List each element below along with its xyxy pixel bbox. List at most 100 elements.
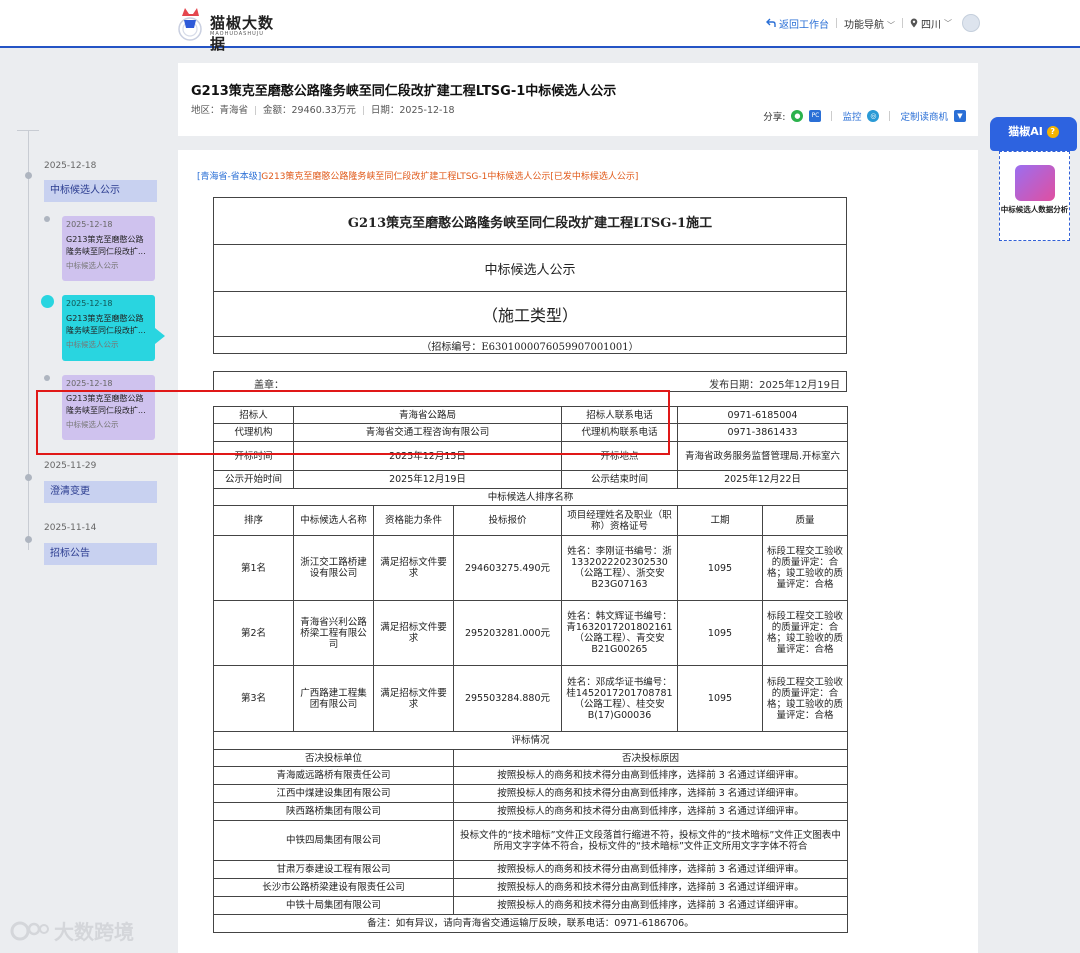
watermark-logo-icon	[10, 921, 49, 940]
cell: 满足招标文件要求	[373, 665, 454, 732]
cell: 294603275.490元	[453, 535, 562, 601]
share-label: 分享:	[763, 112, 786, 123]
cell: 按照投标人的商务和技术得分由高到低排序，选择前 3 名通过详细评审。	[452, 896, 849, 915]
cell: 投标文件的“技术暗标”文件正文段落首行缩进不符，投标文件的“技术暗标”文件正文图…	[452, 820, 849, 861]
date-meta: 日期：2025-12-18	[370, 105, 455, 116]
timeline-subdot	[44, 375, 50, 381]
table-row: 备注：如有异议，请向青海省交通运输厅反映，联系电话：0971-6186706。	[212, 914, 849, 933]
candidate-row: 第2名 青海省兴利公路桥梁工程有限公司 满足招标文件要求 295203281.0…	[213, 600, 849, 666]
cell: 按照投标人的商务和技术得分由高到低排序，选择前 3 名通过详细评审。	[452, 784, 849, 803]
top-bar: 猫椒大数据 MAOHUDASHUJU 返回工作台 功能导航 ﹀ 四川 ﹀	[0, 0, 1080, 53]
section-title: 评标情况	[212, 731, 849, 750]
cell: 按照投标人的商务和技术得分由高到低排序，选择前 3 名通过详细评审。	[452, 878, 849, 897]
cell: 浙江交工路桥建设有限公司	[293, 535, 374, 601]
function-nav-label: 功能导航	[844, 19, 884, 31]
timeline-item-tender-notice[interactable]: 招标公告	[44, 543, 157, 565]
cell: 按照投标人的商务和技术得分由高到低排序，选择前 3 名通过详细评审。	[452, 860, 849, 879]
highlight-box	[36, 390, 670, 455]
info-table: 招标人 青海省公路局 招标人联系电话 0971-6185004 代理机构 青海省…	[212, 406, 849, 933]
divider	[902, 18, 903, 28]
timeline-item-clarification[interactable]: 澄清变更	[44, 481, 157, 503]
cell: 第1名	[213, 535, 294, 601]
cell: 1095	[677, 665, 763, 732]
document-panel: [青海省-省本级]G213策克至磨憨公路隆务峡至同仁段改扩建工程LTSG-1中标…	[178, 150, 978, 953]
candidate-row: 第3名 广西路建工程集团有限公司 满足招标文件要求 295503284.880元…	[213, 665, 849, 732]
monitor-icon[interactable]: ◎	[867, 110, 880, 122]
timeline-active-dot	[41, 295, 54, 308]
table-row: 甘肃万泰建设工程有限公司 按照投标人的商务和技术得分由高到低排序，选择前 3 名…	[213, 860, 849, 879]
timeline-dot	[25, 172, 32, 179]
note-cell: 备注：如有异议，请向青海省交通运输厅反映，联系电话：0971-6186706。	[212, 914, 849, 933]
back-arrow-icon	[766, 18, 776, 27]
cell: 满足招标文件要求	[373, 535, 454, 601]
timeline-dot	[25, 536, 32, 543]
timeline-date: 2025-12-18	[44, 161, 97, 171]
seal-row: 盖章： 发布日期：2025年12月19日	[213, 371, 847, 392]
region-meta: 地区：青海省	[191, 105, 249, 116]
cell: 295203281.000元	[453, 600, 562, 666]
cell: 0971-3861433	[676, 423, 849, 442]
timeline-dot	[25, 474, 32, 481]
cell: 2025年12月19日	[293, 470, 562, 489]
monitor-link[interactable]: 监控	[842, 109, 861, 123]
divider	[836, 18, 837, 28]
table-row: 中铁四局集团有限公司 投标文件的“技术暗标”文件正文段落首行缩进不符，投标文件的…	[213, 820, 849, 861]
card-sub: 中标候选人公示	[66, 340, 119, 349]
cell: 中铁十局集团有限公司	[213, 896, 454, 915]
doc-tender-no: （招标编号：E6301000076059907001001）	[213, 336, 847, 354]
help-icon[interactable]: ?	[1046, 126, 1059, 138]
function-nav-menu[interactable]: 功能导航 ﹀	[844, 16, 895, 31]
publish-date: 发布日期：2025年12月19日	[709, 380, 840, 391]
cell: 295503284.880元	[453, 665, 562, 732]
cell: 第2名	[213, 600, 294, 666]
region-selector[interactable]: 四川 ﹀	[910, 16, 952, 31]
cell: 标段工程交工验收的质量评定：合格；竣工验收的质量评定：合格	[761, 665, 849, 732]
ai-analysis-card[interactable]: 中标候选人数据分析	[999, 151, 1070, 241]
cell: 青海省兴利公路桥梁工程有限公司	[293, 600, 374, 666]
doc-title: G213策克至磨憨公路隆务峡至同仁段改扩建工程LTSG-1施工	[213, 197, 847, 245]
bookmark-icon[interactable]: ▼	[954, 110, 966, 122]
logo[interactable]: 猫椒大数据 MAOHUDASHUJU	[176, 4, 286, 53]
timeline-date: 2025-11-14	[44, 523, 97, 533]
cell: 姓名：李刚证书编号：浙1332022202302530（公路工程）、浙交安B23…	[561, 535, 678, 601]
back-label: 返回工作台	[779, 19, 829, 31]
location-pin-icon	[910, 18, 918, 28]
custom-opportunity-link[interactable]: 定制读商机	[900, 109, 948, 123]
wechat-icon[interactable]: ●	[791, 110, 804, 122]
column-header: 否决投标单位	[213, 749, 454, 767]
table-header-row: 排序 中标候选人名称 资格能力条件 投标报价 项目经理姓名及职业（职称）资格证号…	[213, 505, 849, 536]
column-header: 项目经理姓名及职业（职称）资格证号	[561, 505, 678, 536]
amount-meta: 金额：29460.33万元	[263, 105, 356, 116]
logo-icon	[178, 8, 202, 41]
cell: 长沙市公路桥梁建设有限责任公司	[213, 878, 454, 897]
cell: 中铁四局集团有限公司	[213, 820, 454, 861]
column-header: 投标报价	[453, 505, 562, 536]
active-pointer	[155, 328, 165, 344]
table-row: 评标情况	[212, 731, 849, 750]
logo-subtitle: MAOHUDASHUJU	[210, 31, 264, 37]
timeline-card[interactable]: 2025-12-18 G213策克至磨憨公路隆务峡至同仁段改扩... 中标候选人…	[62, 216, 155, 281]
column-header: 资格能力条件	[373, 505, 454, 536]
top-nav: 返回工作台 功能导航 ﹀ 四川 ﹀	[766, 14, 980, 32]
cell: 2025年12月22日	[676, 470, 849, 489]
timeline-item-winning-candidate[interactable]: 中标候选人公示	[44, 180, 157, 202]
timeline: 2025-12-18 中标候选人公示 2025-12-18 G213策克至磨憨公…	[0, 130, 170, 570]
candidate-row: 第1名 浙江交工路桥建设有限公司 满足招标文件要求 294603275.490元…	[213, 535, 849, 601]
cell: 按照投标人的商务和技术得分由高到低排序，选择前 3 名通过详细评审。	[452, 802, 849, 821]
timeline-card-active[interactable]: 2025-12-18 G213策克至磨憨公路隆务峡至同仁段改扩... 中标候选人…	[62, 295, 155, 361]
back-to-workbench-link[interactable]: 返回工作台	[766, 16, 829, 31]
chevron-down-icon: ﹀	[887, 20, 895, 30]
cell: 姓名：韩文辉证书编号：青1632017201802161（公路工程）、青交安B2…	[561, 600, 678, 666]
cell: 姓名：邓成华证书编号：桂1452017201708781（公路工程）、桂交安B(…	[561, 665, 678, 732]
crumb-region[interactable]: [青海省-省本级]	[197, 172, 261, 182]
ai-header[interactable]: 猫椒AI ?	[990, 117, 1077, 151]
ai-panel[interactable]: 猫椒AI ? 中标候选人数据分析	[990, 117, 1077, 242]
pc-icon[interactable]: PC	[809, 110, 822, 122]
cell: 0971-6185004	[676, 406, 849, 424]
timeline-subdot	[44, 216, 50, 222]
avatar[interactable]	[962, 14, 980, 32]
cell: 公示开始时间	[213, 470, 294, 489]
cell: 第3名	[213, 665, 294, 732]
cell: 公示结束时间	[561, 470, 678, 489]
cell: 广西路建工程集团有限公司	[293, 665, 374, 732]
